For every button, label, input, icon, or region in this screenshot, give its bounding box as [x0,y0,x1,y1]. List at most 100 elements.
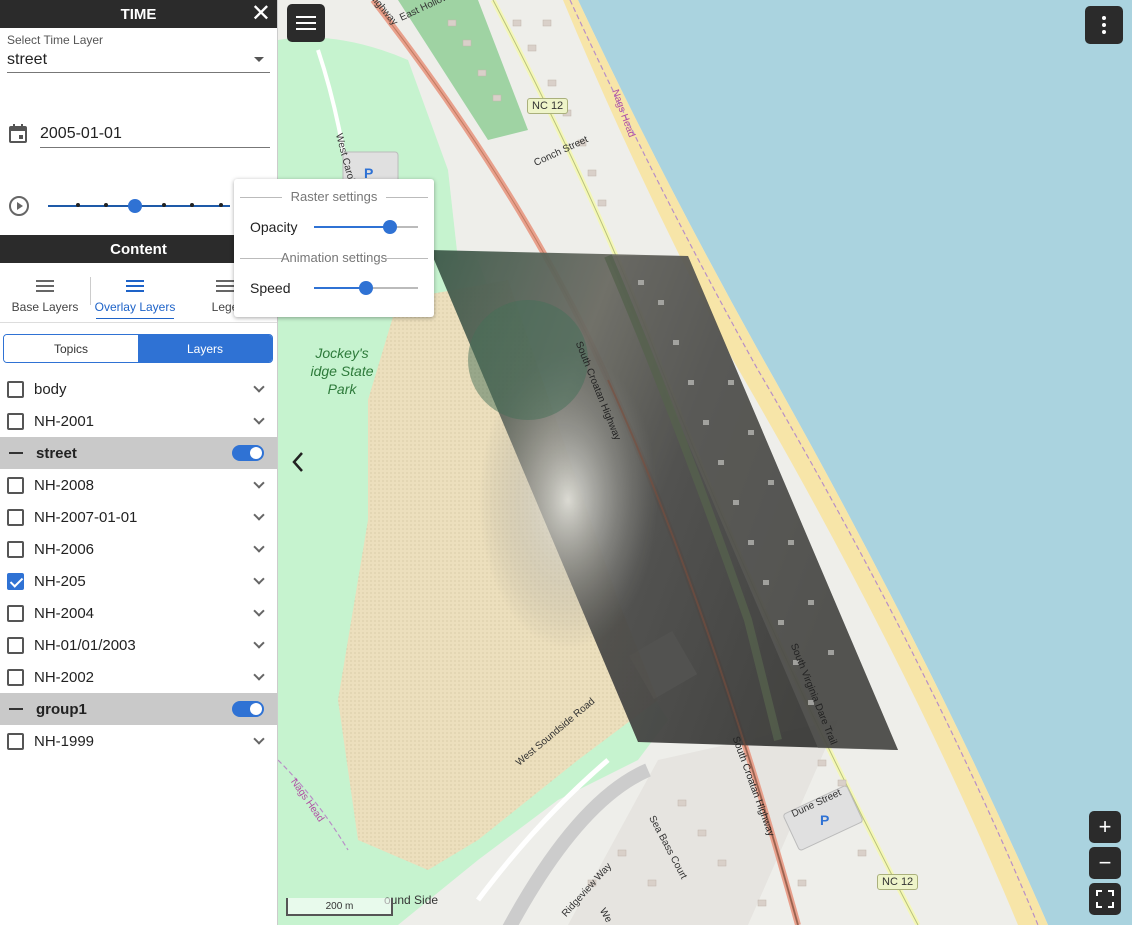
layer-row-nh-2004[interactable]: NH-2004 [0,597,277,629]
time-title: TIME [120,5,157,23]
collapse-icon[interactable] [9,708,23,710]
animation-settings-title: Animation settings [240,250,428,265]
opacity-slider[interactable] [314,220,418,234]
segment-layers[interactable]: Layers [138,335,272,362]
parking-icon-2: P [820,812,830,828]
opacity-thumb[interactable] [382,220,397,234]
layer-label: NH-2002 [34,668,95,686]
timeline-step[interactable] [104,203,108,207]
chevron-down-icon[interactable] [253,733,265,745]
jockeys-line1: Jockey's [315,345,369,361]
layer-checkbox[interactable] [7,604,24,622]
zoom-in-button[interactable]: + [1089,811,1121,843]
chevron-down-icon[interactable] [253,637,265,649]
time-layer-select[interactable]: street [7,47,270,73]
fullscreen-icon [1096,890,1114,908]
layer-list: body NH-2001 street NH-2008 NH-2007-01-0… [0,373,277,757]
close-icon[interactable]: ✕ [251,2,271,26]
layer-row-nh-2002[interactable]: NH-2002 [0,661,277,693]
layer-label: NH-2006 [34,540,95,558]
tab-label: Overlay Layers [94,300,176,314]
collapse-icon[interactable] [9,452,23,454]
layer-checkbox[interactable] [7,668,24,686]
timeline-step[interactable] [219,203,223,207]
layer-row-nh-2008[interactable]: NH-2008 [0,469,277,501]
fullscreen-button[interactable] [1089,883,1121,915]
timeline-step[interactable] [162,203,166,207]
nc12-shield-bottom: NC 12 [877,874,919,890]
layer-checkbox[interactable] [7,636,24,654]
chevron-down-icon[interactable] [253,669,265,681]
layer-row-nh-1999[interactable]: NH-1999 [0,725,277,757]
chevron-down-icon[interactable] [253,573,265,585]
collapse-panel-button[interactable] [286,447,310,477]
layer-row-nh-205[interactable]: NH-205 [0,565,277,597]
chevron-left-icon [292,452,303,472]
layer-checkbox[interactable] [7,732,24,750]
segment-topics[interactable]: Topics [4,335,138,362]
chevron-down-icon[interactable] [253,509,265,521]
layer-row-body[interactable]: body [0,373,277,405]
tab-label: Base Layers [11,300,79,314]
layer-checkbox[interactable] [7,380,24,398]
chevron-down-icon[interactable] [253,605,265,617]
calendar-icon[interactable] [8,124,28,144]
group-row-street[interactable]: street [0,437,277,469]
time-header: TIME ✕ [0,0,277,28]
chevron-down-icon[interactable] [253,477,265,489]
timeline-step[interactable] [190,203,194,207]
base-map [278,0,1132,925]
layer-checkbox[interactable] [7,476,24,494]
raster-settings-title: Raster settings [240,189,428,204]
topics-layers-toggle: Topics Layers [3,334,273,363]
scale-bar: 200 m [286,898,393,916]
zoom-out-button[interactable]: − [1089,847,1121,879]
date-input[interactable]: 2005-01-01 [40,120,270,148]
caret-down-icon [254,57,264,62]
layer-row-nh-2003[interactable]: NH-01/01/2003 [0,629,277,661]
layer-checkbox[interactable] [7,540,24,558]
settings-popup: Raster settings Opacity Animation settin… [234,179,434,317]
layer-row-nh-2001[interactable]: NH-2001 [0,405,277,437]
layer-label: NH-01/01/2003 [34,636,136,654]
vertical-dots-icon [1102,16,1106,34]
timeline-step[interactable] [76,203,80,207]
hamburger-icon [296,16,316,30]
layer-label: NH-1999 [34,732,95,750]
layer-checkbox[interactable] [7,412,24,430]
tab-overlay-layers[interactable]: Overlay Layers [90,263,180,322]
play-icon[interactable] [9,196,29,216]
layer-label: body [34,380,67,398]
jockeys-ridge-label: Jockey's idge State Park [292,344,392,398]
timeline-thumb[interactable] [128,199,142,213]
layer-checkbox[interactable] [7,508,24,526]
tab-base-layers[interactable]: Base Layers [0,263,90,322]
layer-row-nh-2007[interactable]: NH-2007-01-01 [0,501,277,533]
layer-row-nh-2006[interactable]: NH-2006 [0,533,277,565]
speed-slider[interactable] [314,281,418,295]
group-toggle[interactable] [232,701,264,717]
layers-icon [126,280,144,294]
chevron-down-icon[interactable] [253,381,265,393]
layer-checkbox[interactable] [7,572,24,590]
chevron-down-icon[interactable] [253,541,265,553]
group-label: group1 [36,700,87,718]
chevron-down-icon[interactable] [253,413,265,425]
group-toggle[interactable] [232,445,264,461]
layer-label: NH-2008 [34,476,95,494]
group-label: street [36,444,77,462]
opacity-label: Opacity [250,219,298,235]
map-canvas[interactable]: NC 12 NC 12 Conch Street Nags Head Nags … [278,0,1132,925]
layer-label: NH-2004 [34,604,95,622]
menu-button[interactable] [287,4,325,42]
time-layer-value: street [7,50,48,68]
more-button[interactable] [1085,6,1123,44]
side-panel: TIME ✕ Select Time Layer street 2005-01-… [0,0,278,925]
layer-label: NH-2001 [34,412,95,430]
list-icon [216,280,234,294]
speed-label: Speed [250,280,291,296]
jockeys-line2: idge State [310,363,374,379]
layer-label: NH-205 [34,572,86,590]
speed-thumb[interactable] [359,281,373,295]
group-row-group1[interactable]: group1 [0,693,277,725]
